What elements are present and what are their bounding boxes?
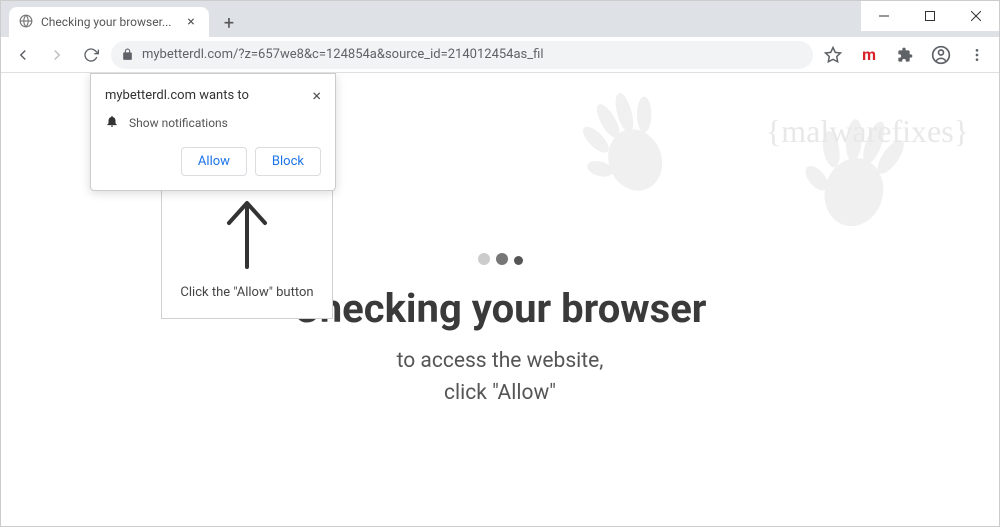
extension-m-icon[interactable]: m <box>855 41 883 69</box>
address-bar[interactable]: mybetterdl.com/?z=657we8&c=124854a&sourc… <box>111 41 813 69</box>
loading-dots <box>1 253 999 265</box>
checking-title: Checking your browser <box>1 285 999 332</box>
maximize-button[interactable] <box>907 1 953 31</box>
block-button[interactable]: Block <box>255 147 321 176</box>
bell-icon <box>105 114 119 131</box>
toolbar-right: m <box>819 41 991 69</box>
bookmark-star-icon[interactable] <box>819 41 847 69</box>
browser-tab[interactable]: Checking your browser... × <box>9 7 209 37</box>
allow-button[interactable]: Allow <box>181 147 247 176</box>
url-text: mybetterdl.com/?z=657we8&c=124854a&sourc… <box>142 47 803 62</box>
globe-icon <box>19 14 33 31</box>
handprint-decoration <box>552 73 706 220</box>
tab-close-button[interactable]: × <box>183 14 199 30</box>
watermark-text: {malwarefixes} <box>766 113 969 150</box>
profile-icon[interactable] <box>927 41 955 69</box>
window-controls <box>861 1 999 31</box>
subtitle-line-2: click "Allow" <box>1 378 999 410</box>
click-allow-box: Click the "Allow" button <box>161 179 333 319</box>
arrow-up-icon <box>223 199 271 273</box>
notification-close-button[interactable]: × <box>312 88 321 104</box>
back-button[interactable] <box>9 41 37 69</box>
forward-button[interactable] <box>43 41 71 69</box>
minimize-button[interactable] <box>861 1 907 31</box>
menu-dots-icon[interactable] <box>963 41 991 69</box>
main-text-block: Checking your browser to access the webs… <box>1 253 999 409</box>
tab-title: Checking your browser... <box>41 15 175 29</box>
subtitle-line-1: to access the website, <box>1 346 999 378</box>
notification-popup: mybetterdl.com wants to × Show notificat… <box>90 73 336 191</box>
allow-box-text: Click the "Allow" button <box>180 285 313 300</box>
new-tab-button[interactable]: + <box>215 9 243 37</box>
checking-subtitle: to access the website, click "Allow" <box>1 346 999 409</box>
notification-body-text: Show notifications <box>129 116 228 130</box>
notification-domain-text: mybetterdl.com wants to <box>105 88 249 103</box>
lock-icon <box>121 48 134 61</box>
tab-bar: Checking your browser... × + <box>1 1 999 37</box>
browser-toolbar: mybetterdl.com/?z=657we8&c=124854a&sourc… <box>1 37 999 73</box>
page-content: {malwarefixes} mybetterdl.com wants to ×… <box>1 73 999 526</box>
close-window-button[interactable] <box>953 1 999 31</box>
reload-button[interactable] <box>77 41 105 69</box>
extensions-icon[interactable] <box>891 41 919 69</box>
